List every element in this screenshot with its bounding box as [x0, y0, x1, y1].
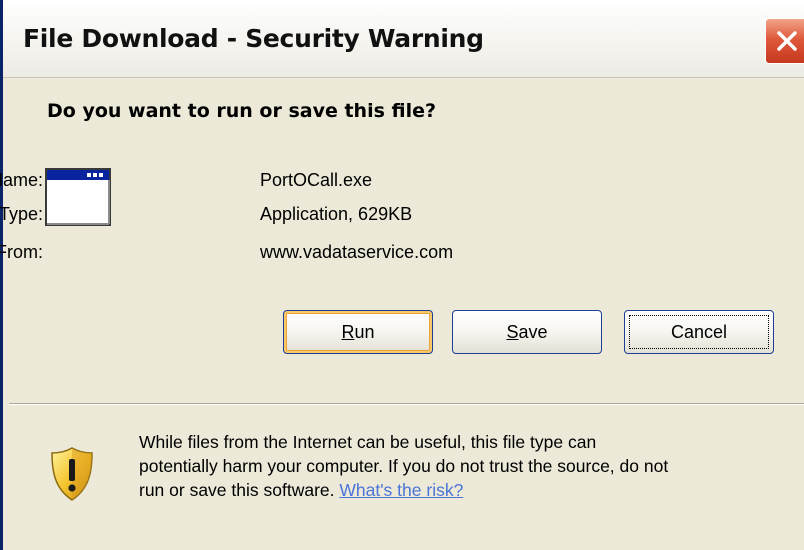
file-type-value: Application, 629KB: [260, 204, 413, 224]
file-from-row: From: www.vadataservice.com: [0, 242, 603, 268]
dialog-title: File Download - Security Warning: [23, 24, 484, 53]
file-from-label: From:: [0, 242, 43, 262]
warning-shield-icon: [51, 447, 93, 501]
save-button-mnemonic: S: [506, 321, 519, 342]
file-name-label: Name:: [0, 170, 43, 190]
file-type-label: Type:: [0, 204, 43, 224]
save-button[interactable]: Save: [452, 310, 602, 354]
close-icon: [777, 31, 797, 51]
close-button[interactable]: [765, 18, 804, 64]
cancel-button-label: Cancel: [670, 321, 728, 342]
title-bar[interactable]: File Download - Security Warning: [3, 0, 804, 78]
security-warning-dialog: File Download - Security Warning Do you …: [0, 0, 804, 550]
file-name-row: Name: PortOCall.exe: [0, 170, 603, 196]
warning-text: While files from the Internet can be use…: [139, 430, 779, 502]
warning-line-2: potentially harm your computer. If you d…: [139, 456, 669, 476]
warning-line-3: run or save this software. What's the ri…: [139, 478, 779, 502]
run-button-mnemonic: R: [341, 321, 355, 342]
file-name-value: PortOCall.exe: [260, 170, 373, 190]
question-heading: Do you want to run or save this file?: [47, 100, 437, 122]
run-button-label: un: [354, 321, 375, 342]
save-button-label: ave: [518, 321, 548, 342]
whats-the-risk-link[interactable]: What's the risk?: [339, 480, 463, 500]
warning-line-3-text: run or save this software.: [139, 480, 340, 500]
warning-line-1: While files from the Internet can be use…: [139, 432, 597, 452]
section-divider: [9, 403, 804, 405]
dialog-content: Do you want to run or save this file? Na…: [0, 78, 804, 550]
file-type-row: Type: Application, 629KB: [0, 204, 603, 230]
run-button[interactable]: Run: [283, 310, 433, 354]
file-from-value: www.vadataservice.com: [260, 242, 454, 262]
cancel-button[interactable]: Cancel: [624, 310, 774, 354]
